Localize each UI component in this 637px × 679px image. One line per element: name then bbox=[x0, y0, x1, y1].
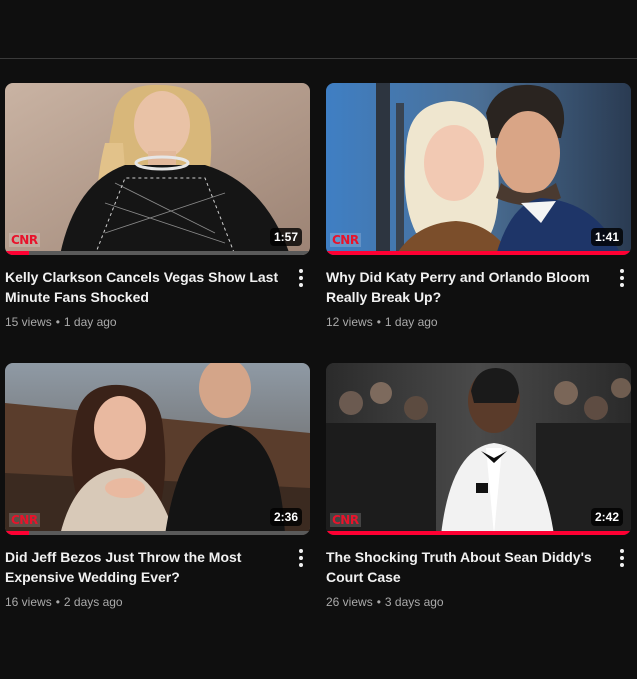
video-stats: 16 views • 2 days ago bbox=[5, 593, 284, 611]
thumbnail-image bbox=[5, 83, 310, 255]
video-title[interactable]: Kelly Clarkson Cancels Vegas Show Last M… bbox=[5, 267, 284, 307]
vertical-ellipsis-icon[interactable] bbox=[619, 269, 625, 287]
video-title[interactable]: The Shocking Truth About Sean Diddy's Co… bbox=[326, 547, 605, 587]
video-duration: 1:41 bbox=[590, 228, 623, 246]
video-thumbnail[interactable]: CNR 1:41 bbox=[326, 83, 631, 255]
separator-dot: • bbox=[55, 595, 60, 609]
vertical-ellipsis-icon[interactable] bbox=[298, 269, 304, 287]
channel-logo: CNR bbox=[9, 233, 40, 247]
upload-age: 1 day ago bbox=[384, 315, 438, 329]
upload-age: 1 day ago bbox=[63, 315, 117, 329]
video-card[interactable]: CNR 1:41 Why Did Katy Perry and Orlando … bbox=[326, 83, 631, 331]
video-thumbnail[interactable]: CNR 2:36 bbox=[5, 363, 310, 535]
video-thumbnail[interactable]: CNR 2:42 bbox=[326, 363, 631, 535]
view-count: 16 views bbox=[5, 595, 52, 609]
video-duration: 2:42 bbox=[590, 508, 623, 526]
separator-dot: • bbox=[376, 595, 381, 609]
thumbnail-image bbox=[326, 363, 631, 535]
header-divider bbox=[0, 58, 637, 59]
video-thumbnail[interactable]: CNR 1:57 bbox=[5, 83, 310, 255]
video-title[interactable]: Why Did Katy Perry and Orlando Bloom Rea… bbox=[326, 267, 605, 307]
channel-logo: CNR bbox=[330, 233, 361, 247]
thumbnail-image bbox=[326, 83, 631, 255]
video-stats: 12 views • 1 day ago bbox=[326, 313, 605, 331]
upload-age: 2 days ago bbox=[63, 595, 123, 609]
view-count: 12 views bbox=[326, 315, 373, 329]
video-title[interactable]: Did Jeff Bezos Just Throw the Most Expen… bbox=[5, 547, 284, 587]
video-duration: 1:57 bbox=[269, 228, 302, 246]
separator-dot: • bbox=[376, 315, 381, 329]
view-count: 26 views bbox=[326, 595, 373, 609]
separator-dot: • bbox=[55, 315, 60, 329]
video-meta: Did Jeff Bezos Just Throw the Most Expen… bbox=[5, 535, 310, 611]
video-meta: Kelly Clarkson Cancels Vegas Show Last M… bbox=[5, 255, 310, 331]
vertical-ellipsis-icon[interactable] bbox=[619, 549, 625, 567]
channel-logo: CNR bbox=[330, 513, 361, 527]
vertical-ellipsis-icon[interactable] bbox=[298, 549, 304, 567]
video-meta: The Shocking Truth About Sean Diddy's Co… bbox=[326, 535, 631, 611]
upload-age: 3 days ago bbox=[384, 595, 444, 609]
video-card[interactable]: CNR 2:42 The Shocking Truth About Sean D… bbox=[326, 363, 631, 611]
thumbnail-image bbox=[5, 363, 310, 535]
video-duration: 2:36 bbox=[269, 508, 302, 526]
video-card[interactable]: CNR 2:36 Did Jeff Bezos Just Throw the M… bbox=[5, 363, 310, 611]
view-count: 15 views bbox=[5, 315, 52, 329]
video-card[interactable]: CNR 1:57 Kelly Clarkson Cancels Vegas Sh… bbox=[5, 83, 310, 331]
video-stats: 15 views • 1 day ago bbox=[5, 313, 284, 331]
video-meta: Why Did Katy Perry and Orlando Bloom Rea… bbox=[326, 255, 631, 331]
video-stats: 26 views • 3 days ago bbox=[326, 593, 605, 611]
channel-logo: CNR bbox=[9, 513, 40, 527]
